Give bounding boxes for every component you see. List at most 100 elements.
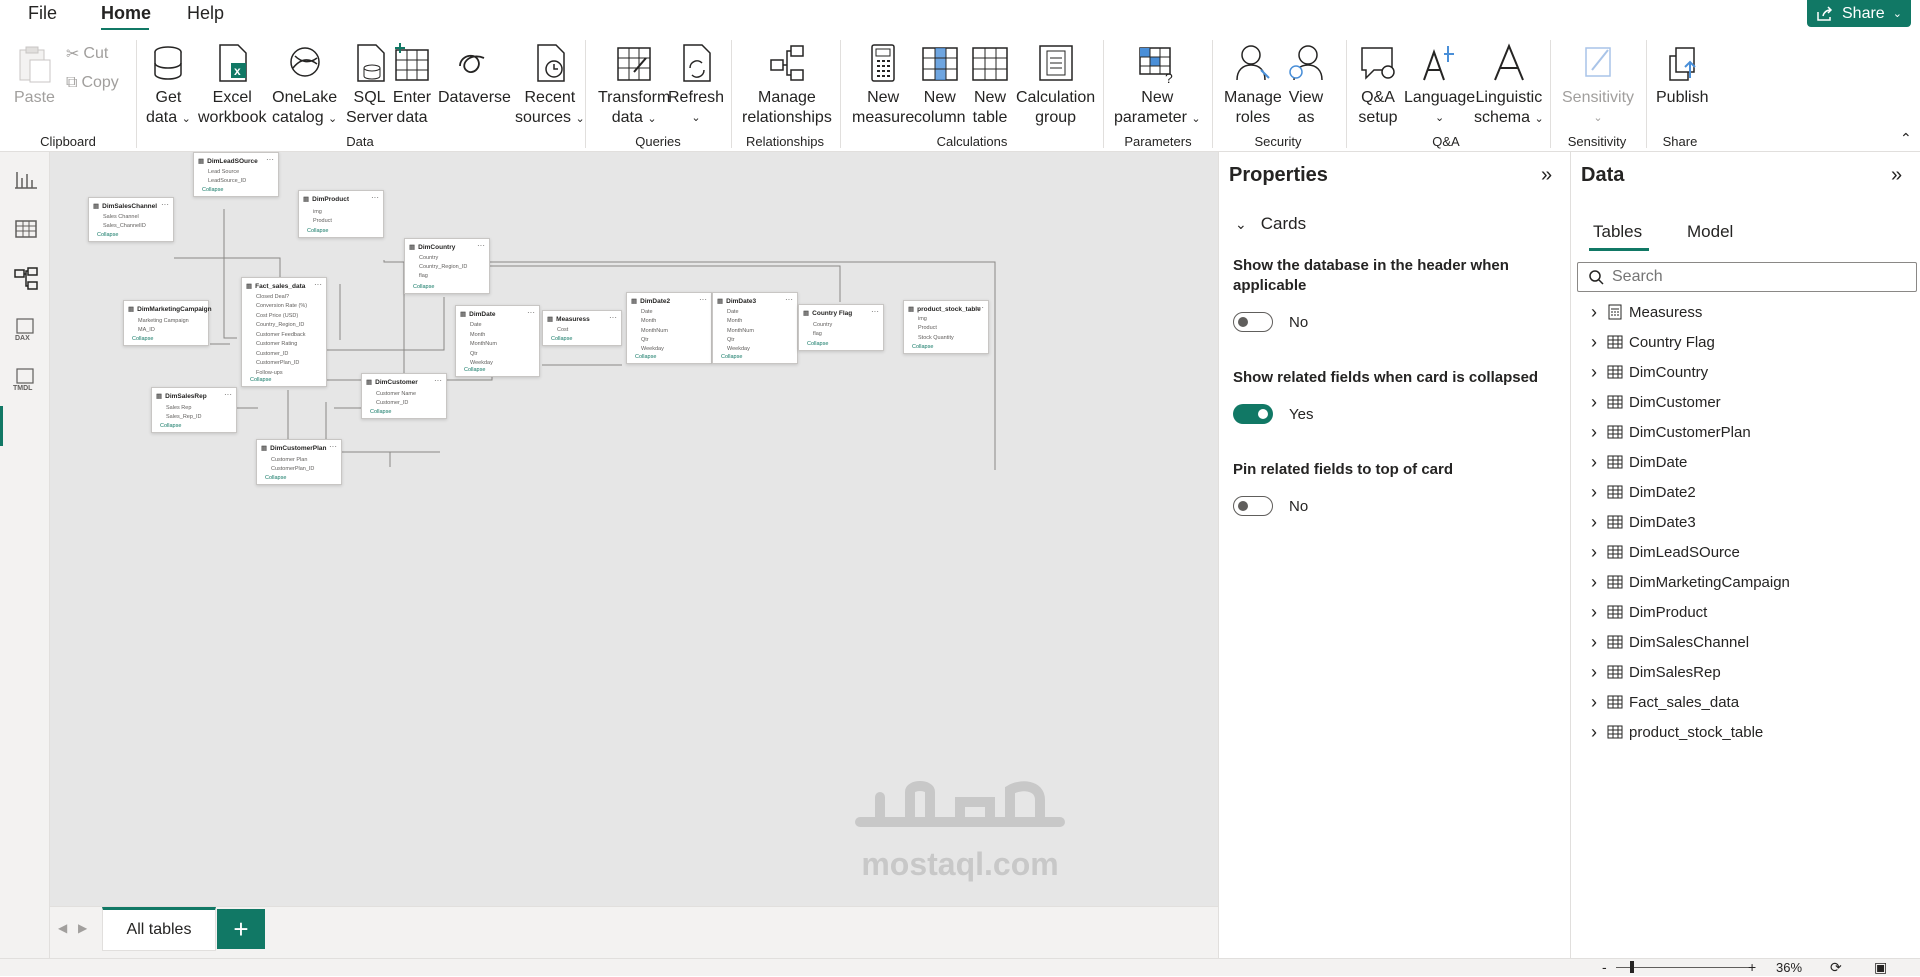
tab-model[interactable]: Model [1687, 222, 1733, 242]
scroll-left-icon[interactable]: ◀ [58, 921, 67, 935]
calculation-group-button[interactable]: Calculation group [1016, 42, 1095, 128]
zoom-in-icon[interactable]: + [1748, 959, 1756, 975]
card-field[interactable]: Conversion Rate (%) [256, 303, 307, 309]
card-field[interactable]: Country [813, 322, 832, 328]
qa-setup-button[interactable]: Q&A setup [1358, 42, 1398, 128]
menu-home[interactable]: Home [101, 3, 151, 24]
card-field[interactable]: Product [918, 325, 937, 331]
collapse-ribbon-icon[interactable]: ⌃ [1900, 130, 1912, 147]
data-table-item[interactable]: › DimDate3 [1591, 510, 1696, 534]
model-card[interactable]: ▦ DimSalesChannel ··· Sales Channel Sales… [88, 197, 174, 242]
chevron-right-icon[interactable]: › [1591, 512, 1601, 533]
card-field[interactable]: Lead Source [208, 169, 239, 175]
card-field[interactable]: MA_ID [138, 327, 155, 333]
pin-related-fields-toggle[interactable] [1233, 496, 1273, 516]
scroll-right-icon[interactable]: ▶ [78, 921, 87, 935]
excel-workbook-button[interactable]: x Excel workbook [198, 42, 266, 128]
chevron-right-icon[interactable]: › [1591, 302, 1601, 323]
collapse-link[interactable]: Collapse [721, 354, 742, 360]
get-data-button[interactable]: Get data ⌄ [146, 42, 191, 129]
more-options-icon[interactable]: ··· [266, 155, 274, 164]
card-field[interactable]: Stock Quantity [918, 335, 954, 341]
table-view-icon[interactable] [13, 216, 39, 242]
card-field[interactable]: img [313, 209, 322, 215]
publish-button[interactable]: Publish [1656, 42, 1708, 108]
chevron-right-icon[interactable]: › [1591, 632, 1601, 653]
card-field[interactable]: flag [813, 331, 822, 337]
model-card[interactable]: ▦ Country Flag ··· Country flag Collapse [798, 304, 884, 351]
dataverse-button[interactable]: Dataverse [438, 42, 511, 108]
collapse-pane-icon[interactable]: » [1541, 164, 1552, 187]
data-table-item[interactable]: › DimCountry [1591, 360, 1708, 384]
card-field[interactable]: img [918, 316, 927, 322]
card-field[interactable]: Country [419, 255, 438, 261]
dax-query-view-icon[interactable]: DAX [13, 316, 39, 342]
new-table-button[interactable]: New table [970, 42, 1010, 128]
more-options-icon[interactable]: ··· [609, 313, 617, 322]
card-field[interactable]: Weekday [727, 346, 750, 352]
collapse-link[interactable]: Collapse [307, 228, 328, 234]
model-card[interactable]: ▦ DimDate ··· Date Month MonthNum Qtr Wee… [455, 305, 540, 377]
collapse-link[interactable]: Collapse [464, 367, 485, 373]
model-card[interactable]: ▦ DimCustomer ··· Customer Name Customer_… [361, 373, 447, 419]
collapse-link[interactable]: Collapse [202, 187, 223, 193]
model-card[interactable]: ▦ DimDate2 ··· Date Month MonthNum Qtr We… [626, 292, 712, 364]
enter-data-button[interactable]: Enter data [392, 42, 432, 128]
card-field[interactable]: Country_Region_ID [419, 264, 467, 270]
language-button[interactable]: Language ⌄ [1404, 42, 1475, 128]
database-header-toggle[interactable] [1233, 312, 1273, 332]
card-field[interactable]: Date [470, 322, 482, 328]
manage-relationships-button[interactable]: Manage relationships [742, 42, 832, 128]
menu-file[interactable]: File [28, 3, 57, 24]
data-table-item[interactable]: › DimCustomer [1591, 390, 1721, 414]
collapse-link[interactable]: Collapse [250, 377, 271, 383]
related-fields-toggle[interactable] [1233, 404, 1273, 424]
tmdl-view-icon[interactable]: TMDL [13, 366, 39, 392]
card-field[interactable]: Month [470, 332, 485, 338]
chevron-right-icon[interactable]: › [1591, 722, 1601, 743]
share-button[interactable]: Share ⌄ [1807, 0, 1911, 27]
model-card[interactable]: ▦ DimProduct ··· img Product Collapse [298, 190, 384, 238]
zoom-out-icon[interactable]: - [1602, 959, 1607, 975]
card-field[interactable]: Month [727, 318, 742, 324]
collapse-link[interactable]: Collapse [413, 284, 434, 290]
more-options-icon[interactable]: ··· [871, 307, 879, 316]
more-options-icon[interactable]: ··· [371, 193, 379, 202]
refresh-button[interactable]: Refresh ⌄ [668, 42, 724, 128]
card-field[interactable]: CustomerPlan_ID [256, 360, 299, 366]
report-view-icon[interactable] [13, 166, 39, 192]
data-table-item[interactable]: › DimSalesRep [1591, 660, 1721, 684]
search-input[interactable] [1612, 268, 1892, 286]
new-parameter-button[interactable]: ? New parameter ⌄ [1114, 42, 1201, 129]
chevron-right-icon[interactable]: › [1591, 602, 1601, 623]
chevron-right-icon[interactable]: › [1591, 452, 1601, 473]
model-card[interactable]: ▦ DimDate3 ··· Date Month MonthNum Qtr We… [712, 292, 798, 364]
data-table-item[interactable]: › Country Flag [1591, 330, 1715, 354]
card-field[interactable]: MonthNum [727, 328, 754, 334]
collapse-pane-icon[interactable]: » [1891, 164, 1902, 187]
card-field[interactable]: Customer_ID [376, 400, 408, 406]
model-card[interactable]: ▦ DimLeadSOurce ··· Lead Source LeadSourc… [193, 152, 279, 197]
data-table-item[interactable]: › DimCustomerPlan [1591, 420, 1751, 444]
chevron-right-icon[interactable]: › [1591, 662, 1601, 683]
model-card[interactable]: ▦ Measuress ··· Cost Collapse [542, 310, 622, 346]
search-box[interactable] [1577, 262, 1917, 292]
more-options-icon[interactable]: ··· [477, 241, 485, 250]
chevron-right-icon[interactable]: › [1591, 692, 1601, 713]
paste-button[interactable]: Paste [14, 42, 55, 108]
recent-sources-button[interactable]: Recent sources ⌄ [515, 42, 585, 129]
card-field[interactable]: Customer Plan [271, 457, 307, 463]
new-column-button[interactable]: New column [914, 42, 966, 128]
card-field[interactable]: Qtr [727, 337, 735, 343]
sensitivity-button[interactable]: Sensitivity ⌄ [1562, 42, 1634, 128]
linguistic-schema-button[interactable]: Linguistic schema ⌄ [1474, 42, 1544, 129]
model-card[interactable]: ▦ Fact_sales_data ··· Closed Deal? Conver… [241, 277, 327, 387]
card-field[interactable]: CustomerPlan_ID [271, 466, 314, 472]
data-table-item[interactable]: › Measuress [1591, 300, 1702, 324]
card-field[interactable]: Sales_ChannelID [103, 223, 146, 229]
collapse-link[interactable]: Collapse [265, 475, 286, 481]
card-field[interactable]: Sales_Rep_ID [166, 414, 201, 420]
more-options-icon[interactable]: ··· [224, 390, 232, 399]
card-field[interactable]: Cost [557, 327, 568, 333]
card-field[interactable]: Customer_ID [256, 351, 288, 357]
